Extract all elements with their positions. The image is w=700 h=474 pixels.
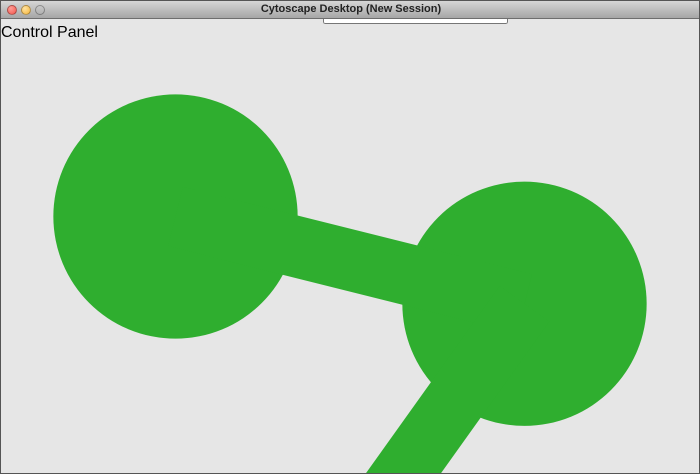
main-area: Control Panel Network Mosaic ▶ Node colo… xyxy=(1,24,699,474)
network-tab-icon xyxy=(1,42,699,474)
window-titlebar: Cytoscape Desktop (New Session) xyxy=(1,1,700,19)
control-panel: Control Panel Network Mosaic ▶ Node colo… xyxy=(1,24,699,474)
control-panel-title: Control Panel xyxy=(1,24,98,41)
window-title: Cytoscape Desktop (New Session) xyxy=(1,3,700,15)
cytoscape-window: Cytoscape Desktop (New Session) xyxy=(0,0,700,474)
control-panel-tabs: Network Mosaic ▶ xyxy=(1,42,699,474)
control-panel-header: Control Panel xyxy=(1,24,699,42)
tab-network[interactable]: Network xyxy=(1,42,699,474)
